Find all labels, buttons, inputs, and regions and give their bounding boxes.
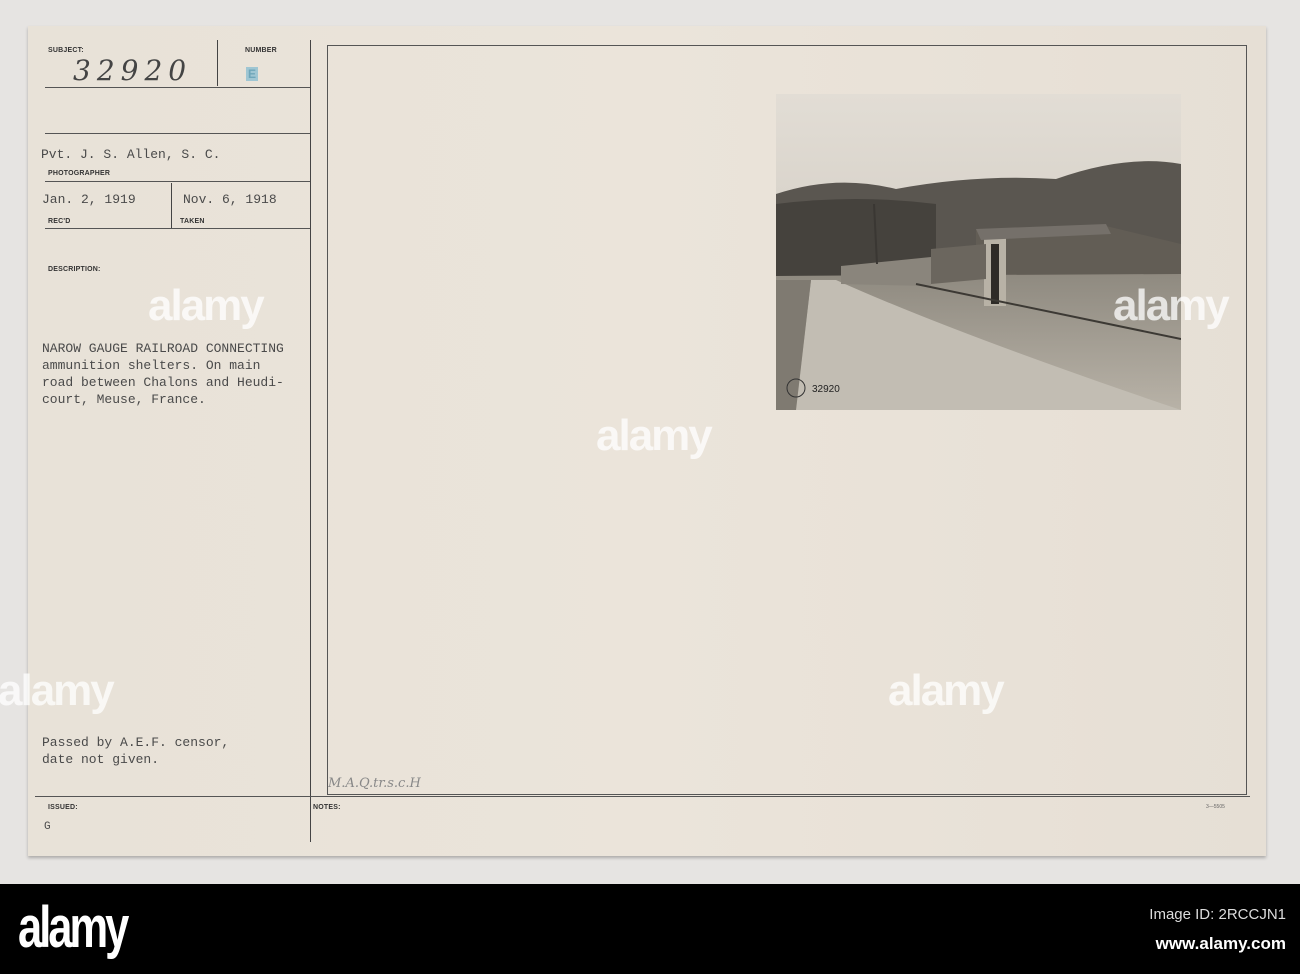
description-line: road between Chalons and Heudi- [42,375,284,390]
subject-label: SUBJECT: [48,47,84,54]
censor-text: Passed by A.E.F. censor, date not given. [42,734,229,768]
form-number: 3—5505 [1206,804,1225,810]
divider [217,40,218,86]
description-text: NAROW GAUGE RAILROAD CONNECTING ammuniti… [42,340,284,408]
issued-label: ISSUED: [48,804,78,811]
alamy-url[interactable]: www.alamy.com [1156,934,1286,954]
divider [45,181,310,182]
description-line: court, Meuse, France. [42,392,206,407]
image-id: Image ID: 2RCCJN1 [1149,906,1286,923]
divider [35,796,1250,797]
photographer-name: Pvt. J. S. Allen, S. C. [41,147,221,162]
watermark: alamy [888,666,1005,715]
description-line: ammunition shelters. On main [42,358,261,373]
received-date: Jan. 2, 1919 [42,192,136,207]
subject-number: 32920 [73,54,193,87]
taken-date: Nov. 6, 1918 [183,192,277,207]
footer-bar: alamy Image ID: 2RCCJN1 www.alamy.com [0,884,1300,974]
received-label: REC'D [48,218,71,225]
divider [45,228,310,229]
description-label: DESCRIPTION: [48,266,101,273]
taken-label: TAKEN [180,218,205,225]
watermark: alamy [0,666,115,715]
road-shelter-photo: 32920 [776,94,1181,410]
divider [171,183,172,229]
number-stamp: E [246,67,258,81]
divider [45,87,310,88]
censor-line: Passed by A.E.F. censor, [42,735,230,750]
archive-card: SUBJECT: 32920 NUMBER E Pvt. J. S. Allen… [0,26,1266,856]
handwritten-note: M.A.Q.tr.s.c.H [328,776,421,791]
divider [45,133,310,134]
watermark: alamy [148,281,265,330]
alamy-logo: alamy [18,895,129,960]
issued-value: G [44,821,51,833]
photo-caption: 32920 [812,384,840,395]
notes-label: NOTES: [313,804,341,811]
watermark: alamy [596,411,713,460]
censor-line: date not given. [42,752,160,767]
description-line: NAROW GAUGE RAILROAD CONNECTING [42,341,284,356]
photographer-label: PHOTOGRAPHER [48,170,111,177]
photograph: 32920 [776,94,1181,410]
watermark: alamy [1113,281,1230,330]
divider [310,40,311,842]
number-label: NUMBER [245,47,277,54]
